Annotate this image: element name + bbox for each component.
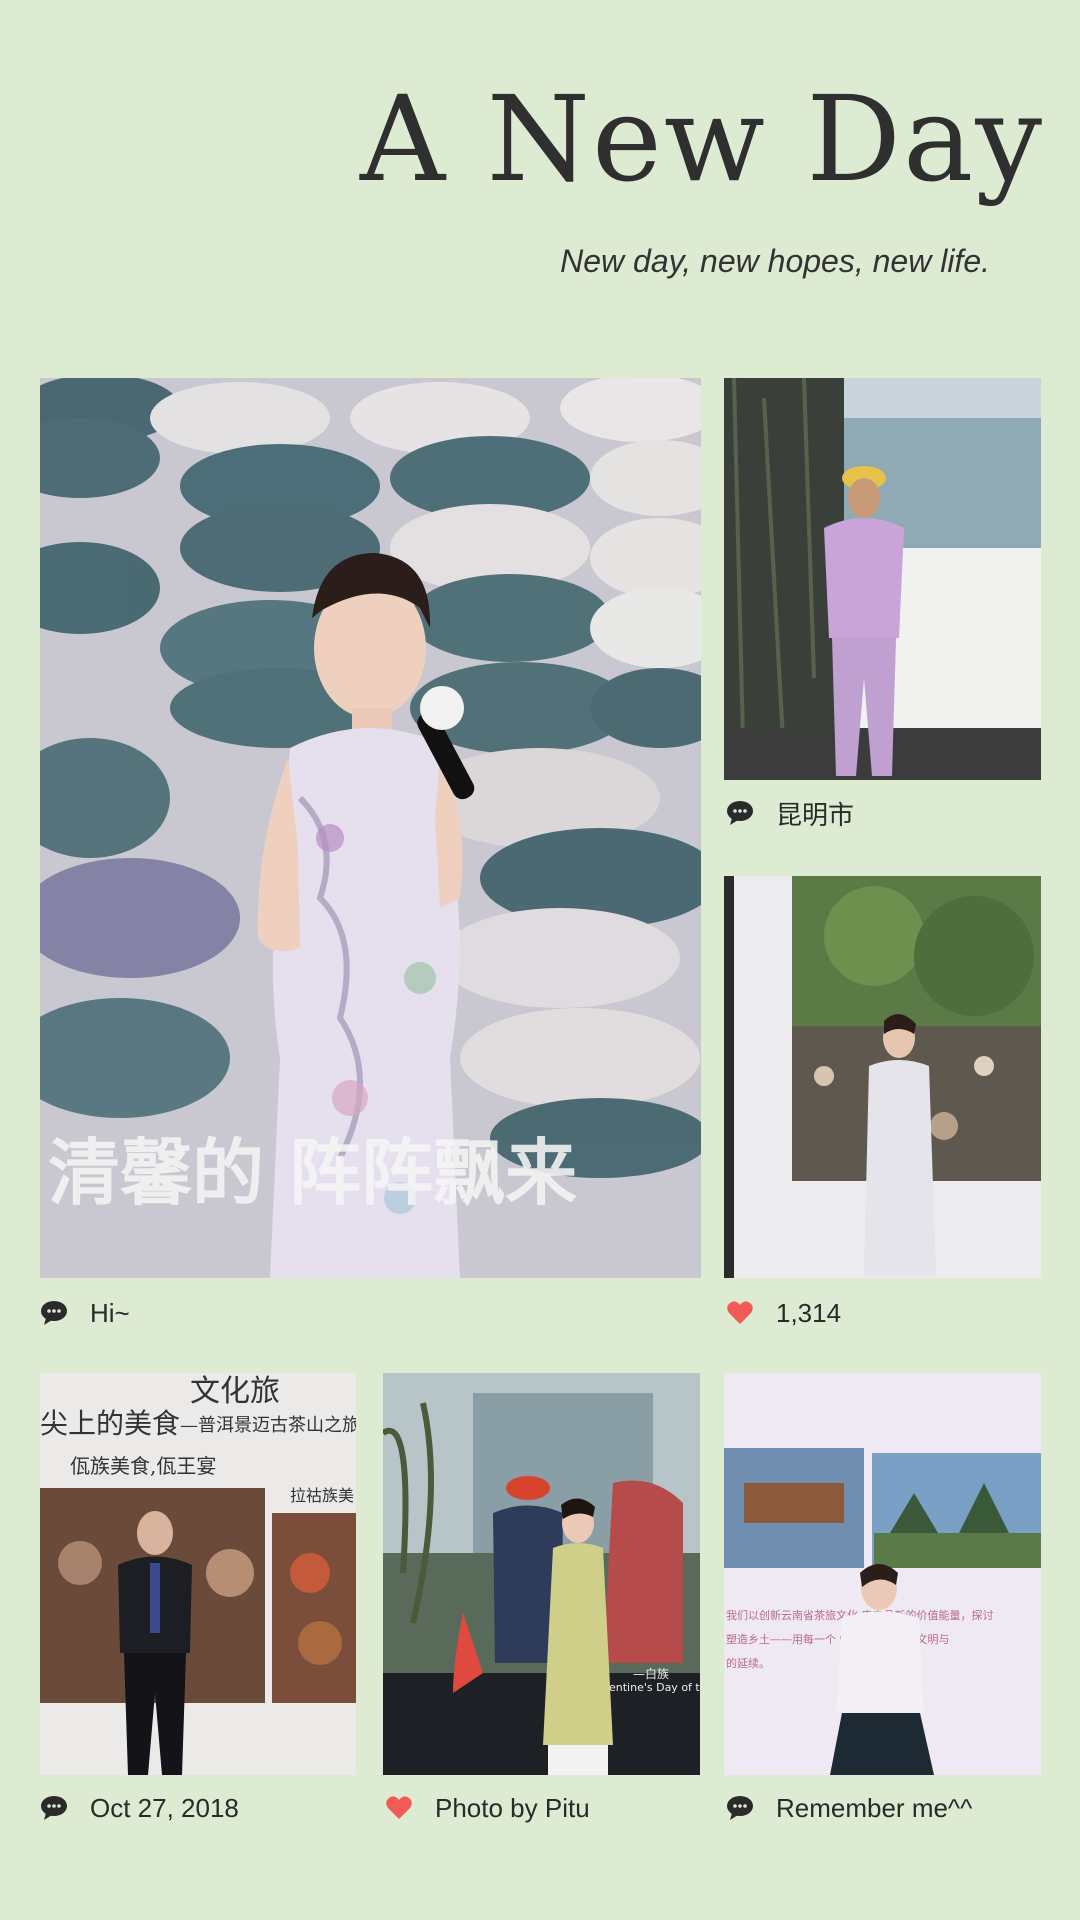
caption-1-text: 昆明市: [776, 799, 855, 830]
slide-text-line2: —普洱景迈古茶山之旅: [180, 1415, 356, 1436]
photo-3[interactable]: 文化旅 —普洱景迈古茶山之旅 尖上的美食 佤族美食,佤王宴 拉祜族美: [40, 1373, 356, 1775]
photo-4-image: —白族 entine's Day of t: [383, 1373, 700, 1775]
page-title: A New Day: [360, 70, 1044, 208]
photo-1-image: [724, 378, 1041, 780]
main-overlay-text: 清馨的 阵阵飘来: [48, 1131, 577, 1215]
comment-icon: [41, 1796, 67, 1820]
comment-icon: [727, 1796, 753, 1820]
photo-5-image: 我们以创新云南省茶旅文化 农产品新的价值能量，探讨 塑造乡土——用每一个 性，表…: [724, 1373, 1041, 1775]
slide-text-valentine: entine's Day of t: [609, 1681, 700, 1694]
slide-text-line5: 拉祜族美: [290, 1486, 354, 1505]
caption-5: Remember me^^: [726, 1788, 972, 1828]
caption-4-text: Photo by Pitu: [435, 1792, 590, 1823]
photo-4[interactable]: —白族 entine's Day of t: [383, 1373, 700, 1775]
slide-text-line3: 的延续。: [726, 1656, 770, 1670]
heart-icon: [386, 1796, 412, 1819]
comment-icon: [727, 801, 753, 825]
comment-icon: [41, 1301, 67, 1325]
slide-text-line1: 文化旅: [190, 1374, 280, 1409]
heart-icon: [727, 1301, 753, 1324]
slide-text-line4: 佤族美食,佤王宴: [70, 1454, 216, 1478]
slide-text-line3: 尖上的美食: [40, 1407, 180, 1440]
caption-2: 1,314: [726, 1293, 841, 1333]
photo-2[interactable]: [724, 876, 1041, 1278]
photo-2-image: [724, 876, 1041, 1278]
photo-main[interactable]: 清馨的 阵阵飘来: [40, 378, 701, 1278]
caption-4: Photo by Pitu: [385, 1788, 590, 1828]
caption-1: 昆明市: [726, 793, 854, 833]
photo-3-image: 文化旅 —普洱景迈古茶山之旅 尖上的美食 佤族美食,佤王宴 拉祜族美: [40, 1373, 356, 1775]
caption-3: Oct 27, 2018: [40, 1788, 239, 1828]
caption-main-text: Hi~: [90, 1297, 130, 1328]
photo-1[interactable]: [724, 378, 1041, 780]
caption-2-text: 1,314: [776, 1297, 842, 1328]
slide-text-bai: —白族: [633, 1666, 669, 1681]
page-subtitle: New day, new hopes, new life.: [560, 243, 990, 279]
caption-5-text: Remember me^^: [776, 1792, 973, 1823]
photo-main-image: 清馨的 阵阵飘来: [40, 378, 701, 1278]
photo-5[interactable]: 我们以创新云南省茶旅文化 农产品新的价值能量，探讨 塑造乡土——用每一个 性，表…: [724, 1373, 1041, 1775]
caption-main: Hi~: [40, 1293, 130, 1333]
caption-3-text: Oct 27, 2018: [90, 1792, 239, 1823]
